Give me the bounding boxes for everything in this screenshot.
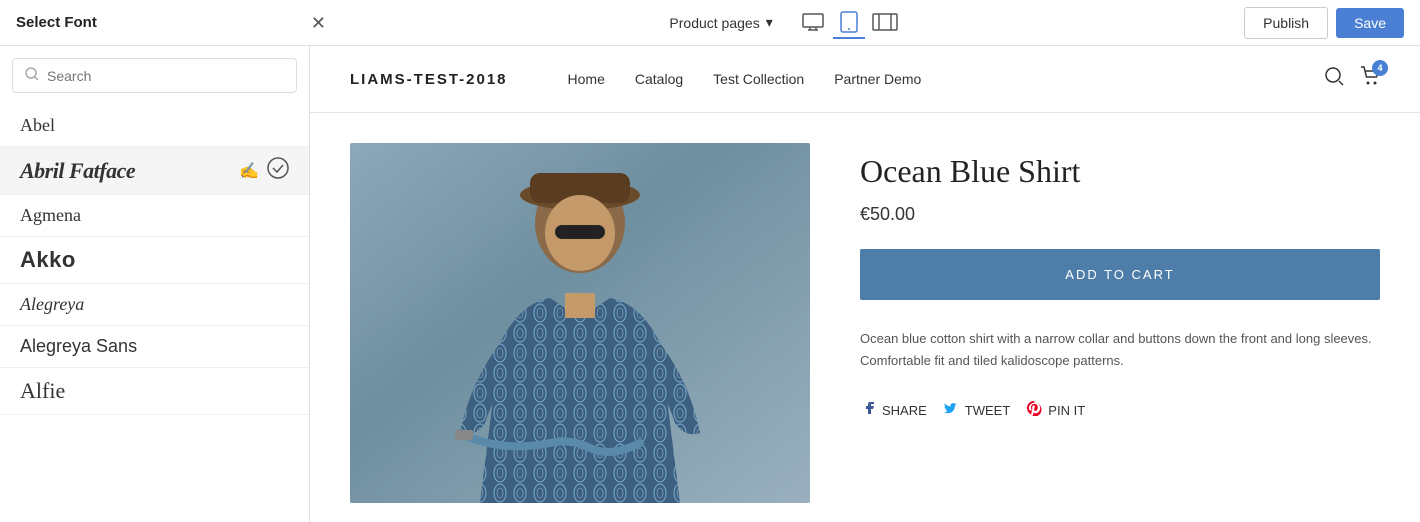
top-bar-center: Product pages ▾ [326,7,1244,39]
store-nav: Home Catalog Test Collection Partner Dem… [568,71,1324,87]
font-item-alegreya[interactable]: Alegreya [0,284,309,326]
cart-badge: 4 [1372,60,1388,76]
hand-cursor-icon: ✍ [239,161,259,181]
facebook-icon [860,400,876,421]
preview-area: LIAMS-TEST-2018 Home Catalog Test Collec… [310,46,1420,522]
product-info: Ocean Blue Shirt €50.00 ADD TO CART Ocea… [860,143,1380,503]
store-search-icon[interactable] [1324,66,1344,92]
save-button[interactable]: Save [1336,8,1404,38]
font-label-agmena: Agmena [20,205,81,226]
share-pinterest-label: PIN IT [1048,403,1085,418]
close-icon[interactable]: ✕ [311,14,326,32]
font-label-alfie: Alfie [20,378,65,404]
share-twitter-button[interactable]: TWEET [943,400,1011,421]
desktop-icon[interactable] [797,7,829,39]
social-share: SHARE TWEET PIN IT [860,400,1380,421]
nav-catalog[interactable]: Catalog [635,71,683,87]
add-to-cart-button[interactable]: ADD TO CART [860,249,1380,300]
main-layout: Abel Abril Fatface ✍ Agmena Akko [0,46,1420,522]
share-pinterest-button[interactable]: PIN IT [1026,400,1085,421]
twitter-icon [943,400,959,421]
nav-test-collection[interactable]: Test Collection [713,71,804,87]
font-label-abril-fatface: Abril Fatface [20,158,135,184]
widescreen-icon[interactable] [869,7,901,39]
share-twitter-label: TWEET [965,403,1011,418]
font-label-abel: Abel [20,115,55,136]
search-input[interactable] [47,68,284,84]
font-label-alegreya: Alegreya [20,294,84,315]
font-item-abril-fatface[interactable]: Abril Fatface ✍ [0,147,309,195]
font-label-akko: Akko [20,247,76,273]
cart-icon[interactable]: 4 [1360,66,1380,92]
font-list: Abel Abril Fatface ✍ Agmena Akko [0,105,309,522]
product-description: Ocean blue cotton shirt with a narrow co… [860,328,1380,372]
header-icons: 4 [1324,66,1380,92]
product-pages-button[interactable]: Product pages ▾ [669,14,772,31]
store-logo: LIAMS-TEST-2018 [350,71,508,88]
check-icon [267,157,289,184]
product-content: Ocean Blue Shirt €50.00 ADD TO CART Ocea… [310,113,1420,522]
nav-home[interactable]: Home [568,71,605,87]
product-pages-label: Product pages [669,15,759,31]
font-panel: Abel Abril Fatface ✍ Agmena Akko [0,46,310,522]
store-header: LIAMS-TEST-2018 Home Catalog Test Collec… [310,46,1420,113]
font-item-alfie[interactable]: Alfie [0,368,309,415]
tablet-icon[interactable] [833,7,865,39]
product-title: Ocean Blue Shirt [860,153,1380,190]
font-item-akko[interactable]: Akko [0,237,309,284]
chevron-down-icon: ▾ [766,14,773,31]
publish-button[interactable]: Publish [1244,7,1328,39]
pinterest-icon [1026,400,1042,421]
search-box [12,58,297,93]
nav-partner-demo[interactable]: Partner Demo [834,71,921,87]
product-price: €50.00 [860,204,1380,225]
font-item-alegreya-sans[interactable]: Alegreya Sans [0,326,309,368]
share-facebook-button[interactable]: SHARE [860,400,927,421]
share-facebook-label: SHARE [882,403,927,418]
font-item-abel[interactable]: Abel [0,105,309,147]
font-label-alegreya-sans: Alegreya Sans [20,336,137,357]
font-item-agmena[interactable]: Agmena [0,195,309,237]
top-bar-left: Select Font ✕ [16,14,326,32]
panel-title: Select Font [16,14,97,31]
device-switcher [797,7,901,39]
product-image [350,143,810,503]
top-bar: Select Font ✕ Product pages ▾ Publish Sa… [0,0,1420,46]
top-bar-right: Publish Save [1244,7,1404,39]
search-icon [25,67,39,84]
